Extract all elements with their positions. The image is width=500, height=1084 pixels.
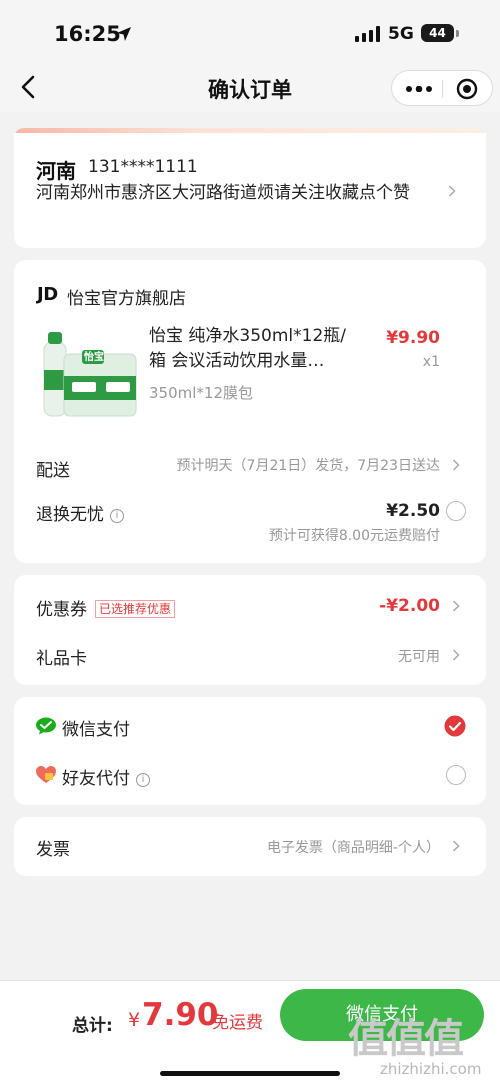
more-icon[interactable] [406,86,432,92]
wechat-pay-selected-icon[interactable] [444,715,466,737]
battery-icon: 44 [421,24,454,42]
signal-icon [355,26,380,42]
total-label: 总计: [72,1016,113,1036]
watermark: 值值值 zhizhizhi.com [340,1000,498,1084]
battery-cap [456,30,459,37]
store-card: JD 怡宝官方旗舰店 怡宝 怡宝 纯净水350ml*12瓶/箱 会议活动饮用水量… [14,260,486,563]
store-name[interactable]: 怡宝官方旗舰店 [67,284,186,309]
invoice-card[interactable]: 发票 电子发票（商品明细-个人） [14,817,486,876]
watermark-logo: 值值值 [348,1016,464,1062]
mini-program-capsule [391,70,493,106]
watermark-text: zhizhizhi.com [380,1060,482,1078]
coupon-tag: 已选推荐优惠 [95,600,176,618]
product-spec: 350ml*12膜包 [149,384,253,402]
total-currency: ¥ [128,1009,141,1031]
payment-card: 微信支付 好友代付 i [14,697,486,805]
gift-card-label: 礼品卡 [36,649,87,669]
nav-bar: 确认订单 [0,62,500,112]
home-indicator [160,1071,340,1076]
location-arrow-icon [117,27,131,41]
friend-pay-label: 好友代付 i [62,764,150,789]
invoice-value: 电子发票（商品明细-个人） [266,840,440,856]
return-service-label: 退换无忧 i [36,500,124,525]
chevron-right-icon [452,840,460,852]
address-detail: 河南郑州市惠济区大河路街道烦请关注收藏点个赞 [36,183,410,203]
chevron-right-icon [452,649,460,661]
capsule-divider [442,80,443,98]
delivery-label: 配送 [36,461,70,481]
return-service-note: 预计可获得8.00元运费赔付 [268,528,440,544]
status-time: 16:25 [54,22,121,46]
chevron-right-icon [448,185,456,197]
product-price: ¥9.90 [386,328,440,348]
gift-card-value: 无可用 [398,649,440,665]
invoice-label: 发票 [36,840,70,860]
wechat-pay-label: 微信支付 [62,720,130,740]
total-amount: 7.90 [142,997,219,1033]
return-service-price: ¥2.50 [386,501,440,521]
product-quantity: x1 [422,354,440,370]
discount-card: 优惠券 已选推荐优惠 -¥2.00 礼品卡 无可用 [14,575,486,685]
friend-pay-radio[interactable] [446,765,466,785]
chevron-right-icon [452,600,460,612]
coupon-value: -¥2.00 [379,596,440,616]
address-name: 河南 [36,159,76,183]
svg-text:怡宝: 怡宝 [84,350,104,363]
return-service-radio[interactable] [446,501,466,521]
chevron-right-icon [452,459,460,471]
product-image[interactable]: 怡宝 [36,326,140,422]
free-shipping-label: 免运费 [212,1013,263,1033]
info-icon[interactable]: i [136,773,150,787]
coupon-label: 优惠券 已选推荐优惠 [36,595,176,620]
wechat-pay-icon [36,717,56,735]
status-bar: 16:25 5G 44 [0,0,500,62]
target-icon[interactable] [456,78,478,100]
delivery-value: 预计明天（7月21日）发货，7月23日送达 [176,458,440,474]
jd-logo: JD [37,284,58,305]
address-phone: 131****1111 [88,157,198,177]
friend-pay-icon [36,766,56,783]
product-title[interactable]: 怡宝 纯净水350ml*12瓶/箱 会议活动饮用水量… [149,324,359,374]
info-icon[interactable]: i [110,509,124,523]
network-type: 5G [388,24,414,44]
address-card[interactable]: 河南 131****1111 河南郑州市惠济区大河路街道烦请关注收藏点个赞 [14,133,486,248]
